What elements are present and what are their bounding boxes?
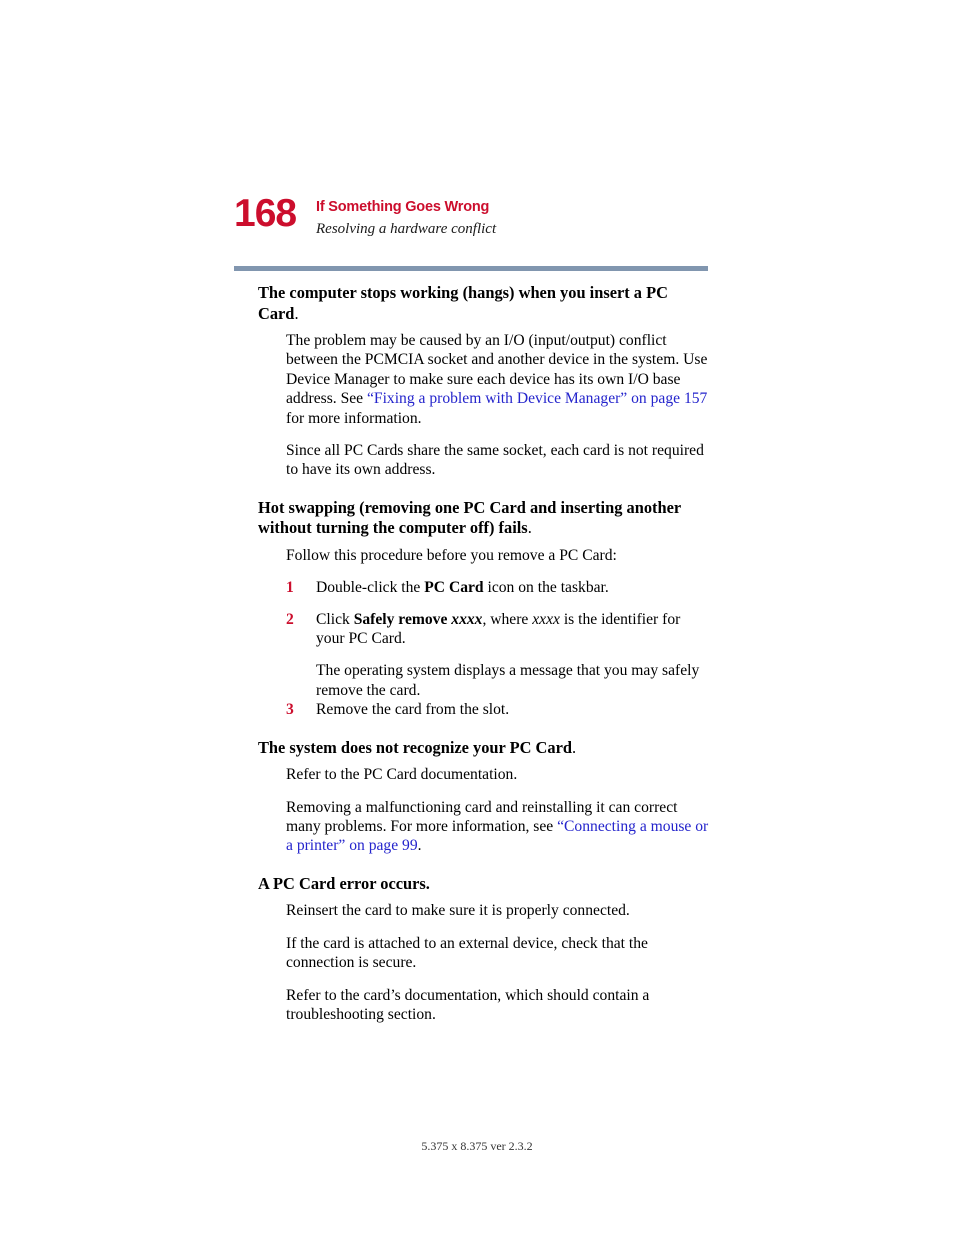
content-section: The system does not recognize your PC Ca… bbox=[258, 738, 710, 856]
section-heading-text: The computer stops working (hangs) when … bbox=[258, 283, 668, 323]
procedure-step: 2 Click Safely remove xxxx, where xxxx is… bbox=[286, 610, 710, 649]
section-heading-text: Hot swapping (removing one PC Card and i… bbox=[258, 497, 681, 538]
text-run: Refer to the PC Card documentation. bbox=[286, 766, 518, 784]
emphasis-bold: Safely remove bbox=[353, 610, 452, 628]
step-number: 1 bbox=[286, 579, 294, 597]
cross-reference-link[interactable]: “Fixing a problem with Device Manager” o… bbox=[367, 390, 707, 407]
section-subtitle: Resolving a hardware conflict bbox=[316, 221, 497, 237]
text-run: Since all PC Cards share the same socket… bbox=[286, 442, 704, 479]
emphasis-bold-italic: xxxx bbox=[451, 610, 483, 628]
emphasis-italic: xxxx bbox=[532, 610, 560, 628]
section-heading-text: The system does not recognize your PC Ca… bbox=[258, 737, 572, 757]
text-run: Click bbox=[316, 610, 354, 628]
section-heading-punctuation: . bbox=[294, 303, 299, 323]
text-run: , where bbox=[482, 610, 533, 628]
step-text: Double-click the PC Card icon on the tas… bbox=[316, 579, 609, 596]
header-divider-rule bbox=[234, 266, 708, 271]
section-heading: A PC Card error occurs. bbox=[258, 874, 710, 895]
body-paragraph: Removing a malfunctioning card and reins… bbox=[286, 798, 710, 856]
emphasis-bold: PC Card bbox=[424, 579, 484, 597]
section-heading: Hot swapping (removing one PC Card and i… bbox=[258, 498, 710, 539]
text-run: Reinsert the card to make sure it is pro… bbox=[286, 902, 630, 920]
text-run: If the card is attached to an external d… bbox=[286, 934, 648, 972]
section-heading: The system does not recognize your PC Ca… bbox=[258, 738, 710, 759]
page-header: 168 If Something Goes Wrong Resolving a … bbox=[234, 193, 714, 253]
body-paragraph: Refer to the PC Card documentation. bbox=[286, 765, 710, 784]
text-run: Follow this procedure before you remove … bbox=[286, 546, 617, 564]
text-run: . bbox=[417, 837, 422, 855]
content-section: A PC Card error occurs. Reinsert the card… bbox=[258, 874, 710, 1025]
document-page: 168 If Something Goes Wrong Resolving a … bbox=[0, 0, 954, 1235]
section-heading-punctuation: . bbox=[527, 518, 532, 538]
body-paragraph: The problem may be caused by an I/O (inp… bbox=[286, 331, 710, 428]
chapter-title: If Something Goes Wrong bbox=[316, 199, 490, 215]
page-content: The computer stops working (hangs) when … bbox=[258, 283, 710, 1024]
body-paragraph: Refer to the card’s documentation, which… bbox=[286, 986, 710, 1025]
step-text: Click Safely remove xxxx, where xxxx is … bbox=[316, 611, 680, 647]
section-heading-text: A PC Card error occurs. bbox=[258, 873, 430, 893]
body-paragraph: If the card is attached to an external d… bbox=[286, 934, 710, 973]
step-text: Remove the card from the slot. bbox=[316, 701, 509, 718]
page-footer: 5.375 x 8.375 ver 2.3.2 bbox=[421, 1139, 533, 1153]
step-number: 2 bbox=[286, 610, 294, 628]
section-heading: The computer stops working (hangs) when … bbox=[258, 283, 710, 324]
text-run: Remove the card from the slot. bbox=[316, 701, 510, 719]
text-run: Refer to the card’s documentation, which… bbox=[286, 986, 650, 1023]
procedure-step: 3 Remove the card from the slot. bbox=[286, 700, 710, 719]
header-titles: If Something Goes Wrong Resolving a hard… bbox=[316, 199, 496, 239]
section-heading-punctuation: . bbox=[571, 737, 577, 757]
procedure-step: 1 Double-click the PC Card icon on the ta… bbox=[286, 578, 710, 597]
step-note: The operating system displays a message … bbox=[316, 662, 700, 699]
body-paragraph: Follow this procedure before you remove … bbox=[286, 546, 710, 565]
text-run: Double-click the bbox=[316, 579, 425, 597]
text-run: icon on the taskbar. bbox=[483, 579, 609, 597]
text-run: for more information. bbox=[286, 409, 422, 427]
step-number: 3 bbox=[286, 701, 294, 719]
body-paragraph: Since all PC Cards share the same socket… bbox=[286, 441, 710, 480]
body-paragraph: Reinsert the card to make sure it is pro… bbox=[286, 901, 710, 920]
procedure-step-list: 1 Double-click the PC Card icon on the ta… bbox=[258, 578, 710, 719]
content-section: The computer stops working (hangs) when … bbox=[258, 283, 710, 480]
content-section: Hot swapping (removing one PC Card and i… bbox=[258, 498, 710, 720]
page-number: 168 bbox=[234, 192, 297, 235]
